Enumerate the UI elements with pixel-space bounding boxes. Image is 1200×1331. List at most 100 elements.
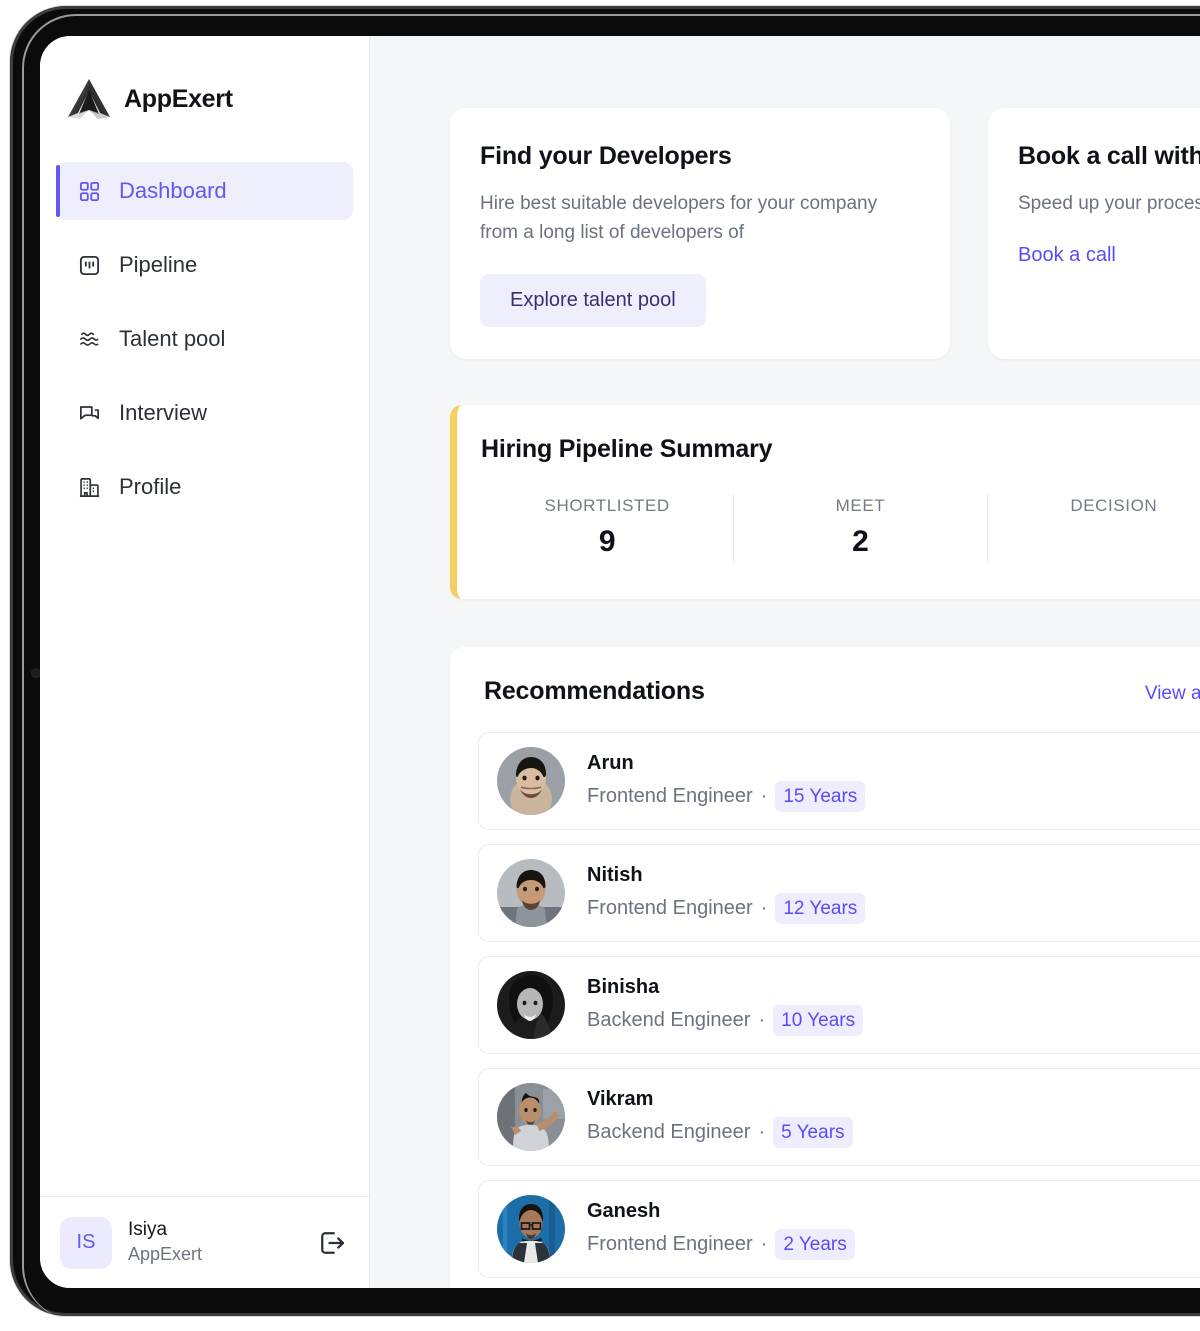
logout-button[interactable] xyxy=(317,1228,347,1258)
candidate-role: Backend Engineer xyxy=(587,1120,751,1143)
user-meta: Isiya AppExert xyxy=(128,1218,301,1266)
pipeline-summary-title: Hiring Pipeline Summary xyxy=(481,434,773,463)
sidebar-item-dashboard[interactable]: Dashboard xyxy=(56,162,353,220)
candidate-name: Vikram xyxy=(587,1087,654,1110)
sidebar-item-profile[interactable]: Profile xyxy=(56,458,353,516)
card-description: Speed up your process by connecting with… xyxy=(1018,193,1200,214)
list-item[interactable]: Binisha Backend Engineer · 10 Years xyxy=(478,955,1200,1054)
recommendations-card: Recommendations View all xyxy=(450,646,1200,1288)
photo-vikram-icon xyxy=(497,1082,565,1151)
card-title: Book a call with us xyxy=(1018,142,1200,170)
stat-label: MEET xyxy=(835,495,886,515)
stat-label: SHORTLISTED xyxy=(544,495,670,515)
candidate-meta: Frontend Engineer · 2 Years xyxy=(587,1228,855,1260)
sidebar-item-label: Talent pool xyxy=(119,326,226,351)
avatar xyxy=(497,858,565,927)
photo-binisha-icon xyxy=(497,970,565,1039)
candidate-info: Binisha Backend Engineer · 10 Years xyxy=(587,974,864,1036)
building-icon xyxy=(79,477,100,497)
chat-icon xyxy=(80,405,99,420)
list-item[interactable]: Vikram Backend Engineer · 5 Years xyxy=(478,1067,1200,1166)
candidate-name: Arun xyxy=(587,751,634,774)
list-item[interactable]: Arun Frontend Engineer · 15 Years xyxy=(478,731,1200,830)
candidate-meta: Backend Engineer · 5 Years xyxy=(587,1116,853,1148)
experience-badge: 5 Years xyxy=(773,1116,853,1148)
candidate-name: Binisha xyxy=(587,975,660,998)
stat-decision: DECISION xyxy=(986,493,1200,563)
candidate-name: Ganesh xyxy=(587,1199,661,1222)
recommendations-header: Recommendations View all xyxy=(468,677,1200,706)
meta-separator: · xyxy=(758,1120,766,1143)
book-a-call-card: Book a call with us Speed up your proces… xyxy=(988,108,1200,359)
appexert-arrow-logo-icon xyxy=(68,79,110,119)
kanban-icon xyxy=(79,255,100,275)
avatar xyxy=(497,1194,565,1263)
find-developers-card: Find your Developers Hire best suitable … xyxy=(450,108,950,359)
candidate-role: Frontend Engineer xyxy=(587,1232,753,1255)
pipeline-stats: SHORTLISTED 9 MEET 2 DECISION xyxy=(481,493,1200,563)
sidebar-nav: Dashboard Pipeline Talent pool Interview… xyxy=(40,162,369,532)
stat-label: DECISION xyxy=(1070,495,1158,515)
candidate-meta: Backend Engineer · 10 Years xyxy=(587,1004,864,1036)
photo-arun-icon xyxy=(497,746,565,815)
experience-badge: 15 Years xyxy=(775,780,866,812)
avatar xyxy=(497,1082,565,1151)
promo-card-row: Find your Developers Hire best suitable … xyxy=(450,108,1200,359)
photo-nitish-icon xyxy=(497,858,565,927)
stat-value: 9 xyxy=(598,524,616,558)
app-screen: AppExert Dashboard Pipeline Talent pool … xyxy=(40,36,1200,1288)
experience-badge: 2 Years xyxy=(775,1228,855,1260)
explore-talent-pool-button[interactable]: Explore talent pool xyxy=(480,273,706,327)
avatar: IS xyxy=(60,1216,112,1269)
recommendations-title: Recommendations xyxy=(484,676,705,705)
user-name: Isiya xyxy=(128,1219,168,1241)
grid-icon xyxy=(79,181,100,201)
stat-meet: MEET 2 xyxy=(733,493,986,563)
candidate-info: Arun Frontend Engineer · 15 Years xyxy=(587,750,866,812)
sidebar-item-label: Interview xyxy=(119,400,208,425)
experience-badge: 12 Years xyxy=(775,892,866,924)
home-indicator[interactable] xyxy=(737,1267,1022,1274)
meta-separator: · xyxy=(760,784,768,807)
avatar xyxy=(497,970,565,1039)
recommendation-list: Arun Frontend Engineer · 15 Years Nitish… xyxy=(468,731,1200,1278)
waves-icon xyxy=(80,331,99,346)
meta-separator: · xyxy=(760,896,768,919)
user-org: AppExert xyxy=(128,1244,203,1265)
candidate-meta: Frontend Engineer · 12 Years xyxy=(587,892,866,924)
hiring-pipeline-summary-card: Hiring Pipeline Summary SHORTLISTED 9 ME… xyxy=(450,404,1200,599)
sidebar-item-interview[interactable]: Interview xyxy=(56,384,353,442)
candidate-name: Nitish xyxy=(587,863,643,886)
meta-separator: · xyxy=(760,1232,768,1255)
sidebar-item-pipeline[interactable]: Pipeline xyxy=(56,236,353,294)
book-a-call-link[interactable]: Book a call xyxy=(1018,244,1116,267)
brand-name: AppExert xyxy=(124,84,233,113)
view-all-link[interactable]: View all xyxy=(1145,683,1200,705)
stat-shortlisted: SHORTLISTED 9 xyxy=(481,494,733,563)
sidebar: AppExert Dashboard Pipeline Talent pool … xyxy=(40,36,370,1288)
experience-badge: 10 Years xyxy=(773,1004,864,1036)
list-item[interactable]: Ganesh Frontend Engineer · 2 Years xyxy=(478,1179,1200,1278)
avatar xyxy=(497,746,565,815)
brand-logo[interactable]: AppExert xyxy=(40,36,369,132)
candidate-role: Backend Engineer xyxy=(587,1008,751,1031)
candidate-info: Ganesh Frontend Engineer · 2 Years xyxy=(587,1198,855,1260)
main-content: Find your Developers Hire best suitable … xyxy=(370,36,1200,1288)
stat-value: 2 xyxy=(852,524,869,558)
card-title: Find your Developers xyxy=(480,142,732,170)
candidate-role: Frontend Engineer xyxy=(587,896,753,919)
photo-ganesh-icon xyxy=(497,1194,565,1263)
list-item[interactable]: Nitish Frontend Engineer · 12 Years xyxy=(478,843,1200,942)
card-description: Hire best suitable developers for your c… xyxy=(480,193,878,244)
meta-separator: · xyxy=(758,1008,766,1031)
sidebar-item-label: Pipeline xyxy=(119,252,198,277)
candidate-info: Vikram Backend Engineer · 5 Years xyxy=(587,1086,853,1148)
candidate-meta: Frontend Engineer · 15 Years xyxy=(587,780,866,812)
candidate-info: Nitish Frontend Engineer · 12 Years xyxy=(587,862,866,924)
logout-icon xyxy=(321,1231,345,1254)
sidebar-item-talent-pool[interactable]: Talent pool xyxy=(56,310,353,368)
sidebar-item-label: Dashboard xyxy=(119,178,227,203)
sidebar-user-footer: IS Isiya AppExert xyxy=(40,1196,369,1288)
sidebar-item-label: Profile xyxy=(119,474,182,499)
